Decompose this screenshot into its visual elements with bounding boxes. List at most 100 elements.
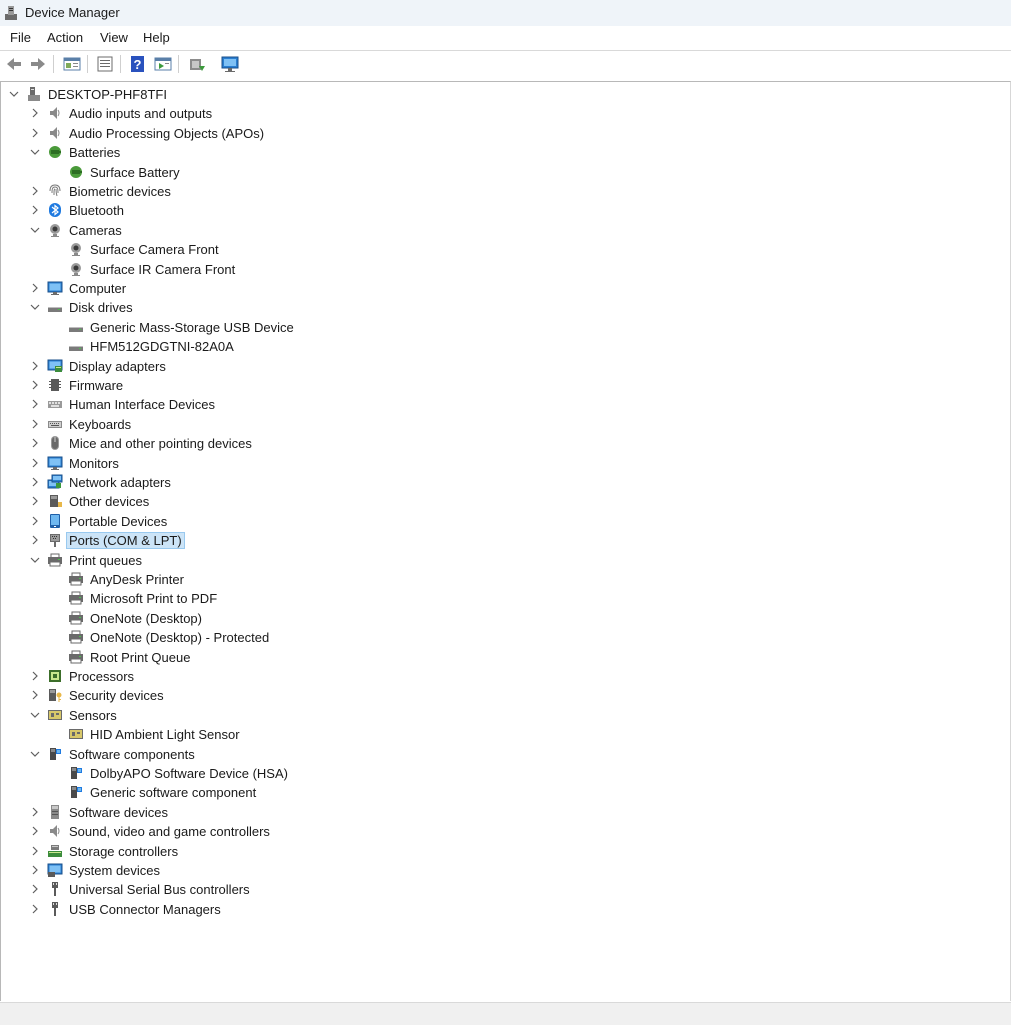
tree-item-display-adapters[interactable]: Display adapters [1,357,1001,376]
tree-item-processors[interactable]: Processors [1,667,1001,686]
forward-arrow-icon[interactable] [28,54,48,74]
tree-item-bluetooth[interactable]: Bluetooth [1,201,1001,220]
tree-item-usb-connector-managers[interactable]: USB Connector Managers [1,900,1001,919]
tree-item-software-components[interactable]: Software components [1,745,1001,764]
camera-icon [47,222,63,238]
tree-item-anydesk-printer[interactable]: AnyDesk Printer [1,570,1001,589]
tree-item-microsoft-print-to-pdf[interactable]: Microsoft Print to PDF [1,589,1001,608]
tree-item-label: USB Connector Managers [69,901,221,917]
storage-controller-icon [47,843,63,859]
chevron-right-icon[interactable] [28,397,42,411]
tree-item-cameras[interactable]: Cameras [1,221,1001,240]
chevron-right-icon[interactable] [28,533,42,547]
chevron-right-icon[interactable] [28,824,42,838]
tree-item-audio-processing-objects-apos[interactable]: Audio Processing Objects (APOs) [1,124,1001,143]
tree-item-security-devices[interactable]: Security devices [1,686,1001,705]
update-driver-icon[interactable] [187,54,207,74]
chevron-down-icon[interactable] [7,87,21,101]
tree-item-sound-video-and-game-controllers[interactable]: Sound, video and game controllers [1,822,1001,841]
chevron-right-icon[interactable] [28,863,42,877]
chevron-right-icon[interactable] [28,514,42,528]
chevron-down-icon[interactable] [28,747,42,761]
tree-item-storage-controllers[interactable]: Storage controllers [1,842,1001,861]
chevron-right-icon[interactable] [28,688,42,702]
tree-item-label: Network adapters [69,475,171,490]
chevron-right-icon[interactable] [28,359,42,373]
tree-item-human-interface-devices[interactable]: Human Interface Devices [1,395,1001,414]
chevron-down-icon[interactable] [28,300,42,314]
speaker-icon [47,823,63,839]
device-tree[interactable]: DESKTOP-PHF8TFI Audio inputs and outputs A… [0,81,1011,1001]
tree-item-mice-and-other-pointing-devices[interactable]: Mice and other pointing devices [1,434,1001,453]
chevron-down-icon[interactable] [28,553,42,567]
tree-item-onenote-desktop[interactable]: OneNote (Desktop) [1,609,1001,628]
tree-item-software-devices[interactable]: Software devices [1,803,1001,822]
tree-item-keyboards[interactable]: Keyboards [1,415,1001,434]
tree-item-ports-com-lpt[interactable]: Ports (COM & LPT) [1,531,1001,550]
speaker-icon [47,105,63,121]
back-arrow-icon[interactable] [4,54,24,74]
toolbar-separator [120,55,121,73]
tree-root[interactable]: DESKTOP-PHF8TFI [1,85,1001,104]
tree-item-portable-devices[interactable]: Portable Devices [1,512,1001,531]
action-pane-icon[interactable] [153,54,173,74]
tree-item-network-adapters[interactable]: Network adapters [1,473,1001,492]
tree-item-batteries[interactable]: Batteries [1,143,1001,162]
menu-help[interactable]: Help [143,30,170,45]
tree-item-generic-software-component[interactable]: Generic software component [1,783,1001,802]
tree-item-surface-camera-front[interactable]: Surface Camera Front [1,240,1001,259]
menu-view[interactable]: View [100,30,128,45]
tree-item-surface-ir-camera-front[interactable]: Surface IR Camera Front [1,260,1001,279]
tree-item-system-devices[interactable]: System devices [1,861,1001,880]
chevron-right-icon[interactable] [28,475,42,489]
tree-item-firmware[interactable]: Firmware [1,376,1001,395]
tree-item-label: Cameras [69,222,122,238]
tree-item-root-print-queue[interactable]: Root Print Queue [1,648,1001,667]
tree-item-print-queues[interactable]: Print queues [1,551,1001,570]
mouse-icon [47,435,63,451]
chevron-right-icon[interactable] [28,106,42,120]
tree-item-sensors[interactable]: Sensors [1,706,1001,725]
tree-item-surface-battery[interactable]: Surface Battery [1,163,1001,182]
chevron-right-icon[interactable] [28,902,42,916]
tree-item-label: Other devices [69,494,150,510]
title-bar[interactable]: Device Manager [0,0,1011,26]
chevron-right-icon[interactable] [28,456,42,470]
tree-item-monitors[interactable]: Monitors [1,454,1001,473]
console-tree-icon[interactable] [95,54,115,74]
tree-item-biometric-devices[interactable]: Biometric devices [1,182,1001,201]
tree-item-hfm512gdgtni-82a0a[interactable]: HFM512GDGTNI-82A0A [1,337,1001,356]
chevron-right-icon[interactable] [28,669,42,683]
menu-action[interactable]: Action [47,30,83,45]
chevron-right-icon[interactable] [28,494,42,508]
tree-item-label: DolbyAPO Software Device (HSA) [90,766,288,781]
chevron-right-icon[interactable] [28,882,42,896]
tree-item-disk-drives[interactable]: Disk drives [1,298,1001,317]
tree-item-audio-inputs-and-outputs[interactable]: Audio inputs and outputs [1,104,1001,123]
chevron-right-icon[interactable] [28,184,42,198]
chevron-right-icon[interactable] [28,436,42,450]
tree-item-hid-ambient-light-sensor[interactable]: HID Ambient Light Sensor [1,725,1001,744]
chevron-right-icon[interactable] [28,281,42,295]
chevron-down-icon[interactable] [28,223,42,237]
scan-hardware-changes-icon[interactable] [220,54,240,74]
menu-file[interactable]: File [10,30,31,45]
chevron-down-icon[interactable] [28,145,42,159]
tree-item-computer[interactable]: Computer [1,279,1001,298]
chevron-right-icon[interactable] [28,417,42,431]
tree-item-other-devices[interactable]: Other devices [1,492,1001,511]
tree-item-onenote-desktop-protected[interactable]: OneNote (Desktop) - Protected [1,628,1001,647]
chevron-right-icon[interactable] [28,203,42,217]
properties-view-icon[interactable] [62,54,82,74]
chevron-right-icon[interactable] [28,126,42,140]
chevron-right-icon[interactable] [28,805,42,819]
chevron-down-icon[interactable] [28,708,42,722]
tree-item-universal-serial-bus-controllers[interactable]: Universal Serial Bus controllers [1,880,1001,899]
tree-item-dolbyapo-software-device-hsa[interactable]: DolbyAPO Software Device (HSA) [1,764,1001,783]
tree-item-label: Software components [69,746,195,762]
help-icon[interactable]: ? [128,54,148,74]
tree-item-generic-mass-storage-usb-device[interactable]: Generic Mass-Storage USB Device [1,318,1001,337]
system-device-icon [47,862,63,878]
chevron-right-icon[interactable] [28,844,42,858]
chevron-right-icon[interactable] [28,378,42,392]
